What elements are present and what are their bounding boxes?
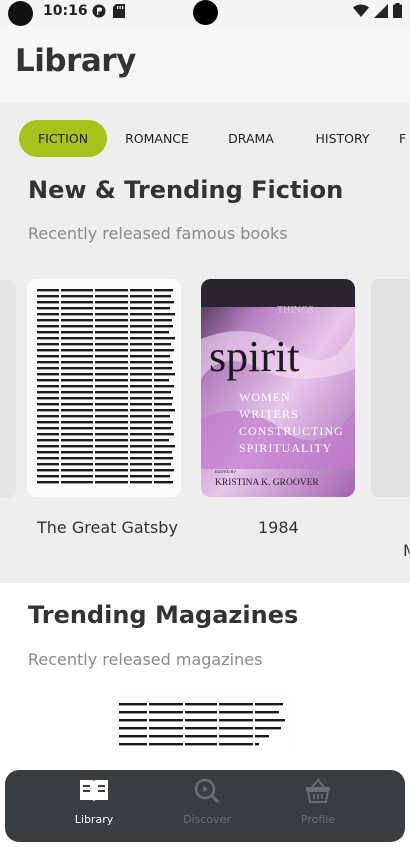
tab-fiction[interactable]: FICTION [19,120,107,157]
status-time: 10:16 [43,3,88,19]
dictionary-text-pattern [119,701,285,751]
tab-history[interactable]: HISTORY [305,120,380,157]
cover-top-word: THINGS [277,305,314,316]
status-icons [353,3,402,22]
magazine-cover[interactable] [113,693,293,753]
cover-line-3: CONSTRUCTING [239,424,344,438]
cover-line-2: WRITERS [239,407,299,421]
category-tabs: FICTION ROMANCE DRAMA HISTORY F [0,118,410,158]
book-cover-partial-left[interactable] [0,280,16,498]
tab-drama[interactable]: DRAMA [218,120,284,157]
wifi-icon [353,3,369,22]
dictionary-text-pattern [37,288,175,488]
nav-label: Profile [300,813,336,826]
book-title: The Great Gatsby [37,518,178,537]
status-bar: 10:16 [0,0,410,26]
cover-big-word: spirit [209,332,299,381]
magazines-section-subtitle: Recently released magazines [28,650,263,669]
bottom-navigation: Library Discover Profile [5,770,405,842]
nav-discover[interactable]: Discover [167,778,247,826]
spirit-cover-art: THINGS spirit WOMEN WRITERS CONSTRUCTING… [201,279,355,497]
magazines-section-title: Trending Magazines [28,601,299,629]
camera-cutout-left [8,1,33,26]
nav-label: Library [74,813,114,826]
cover-editor: KRISTINA K. GROOVER [215,478,319,488]
book-title-partial: M [403,541,410,560]
search-icon [193,778,221,808]
fiction-section-subtitle: Recently released famous books [28,224,288,243]
nav-profile[interactable]: Profile [278,778,358,826]
basket-icon [304,778,332,808]
book-cover[interactable]: THINGS spirit WOMEN WRITERS CONSTRUCTING… [201,279,355,497]
fiction-section-title: New & Trending Fiction [28,176,344,204]
nav-label: Discover [183,813,231,826]
sd-card-icon [113,3,125,22]
page-title: Library [15,43,136,79]
nav-library[interactable]: Library [54,778,134,826]
cover-edited-by: EDITED BY [215,469,236,474]
camera-cutout-center [193,0,218,25]
book-cover-partial-right[interactable] [371,279,410,497]
book-title: 1984 [258,518,299,537]
app-notification-icon [92,3,106,22]
signal-icon [374,3,388,22]
battery-icon [393,3,402,22]
book-card-1984[interactable]: THINGS spirit WOMEN WRITERS CONSTRUCTING… [201,279,355,537]
cover-line-4: SPIRITUALITY [239,441,332,455]
tab-romance[interactable]: ROMANCE [118,120,196,157]
tab-partial[interactable]: F [399,120,410,157]
app-header: Library [0,26,410,102]
cover-line-1: WOMEN [239,390,291,404]
book-cover[interactable] [27,279,181,497]
book-icon [79,780,109,808]
book-card-great-gatsby[interactable]: The Great Gatsby [27,279,181,537]
